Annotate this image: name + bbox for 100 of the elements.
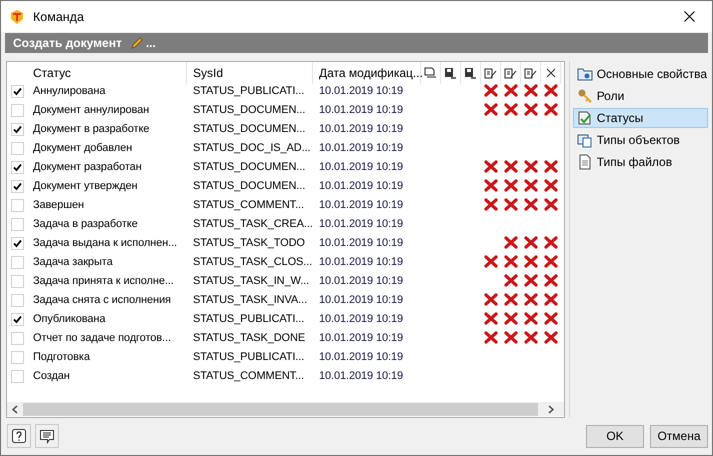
- date-cell-text: 10.01.2019 10:19: [318, 330, 404, 346]
- sidebar-item[interactable]: Статусы: [572, 108, 708, 128]
- sidebar-item[interactable]: Роли: [572, 86, 708, 106]
- command-label: Создать документ: [13, 36, 122, 50]
- status-cell-text: Подготовка: [32, 350, 91, 364]
- status-cell-text: Завершен: [32, 198, 85, 212]
- sysid-cell-text: STATUS_TASK_CREA...: [192, 216, 313, 232]
- key-icon: [576, 88, 593, 104]
- cross-icon: [544, 274, 558, 287]
- cross-icon: [504, 236, 518, 249]
- checkbox[interactable]: [11, 180, 24, 193]
- sidebar-item[interactable]: Типы объектов: [572, 130, 708, 150]
- column-header[interactable]: Дата модификац...: [313, 62, 421, 84]
- date-cell-text: 10.01.2019 10:19: [318, 236, 404, 250]
- cross-icon: [484, 293, 498, 306]
- cross-icon: [546, 68, 556, 78]
- scrollbar-thumb[interactable]: [23, 402, 538, 416]
- cross-icon: [484, 198, 498, 211]
- cross-icon: [524, 274, 538, 287]
- cross-icon: [544, 84, 558, 97]
- help-icon[interactable]: [11, 428, 27, 444]
- dialog-button[interactable]: Отмена: [650, 424, 708, 448]
- comment-icon[interactable]: [39, 428, 55, 444]
- cross-icon: [524, 84, 538, 97]
- cross-icon: [484, 255, 498, 268]
- checkbox[interactable]: [11, 237, 24, 250]
- checkbox[interactable]: [11, 370, 24, 383]
- status-cell-text: Создан: [32, 368, 71, 384]
- cross-icon: [544, 198, 558, 211]
- folder-gear-icon: [576, 66, 593, 82]
- column-header[interactable]: SysId: [187, 62, 313, 84]
- cross-icon: [504, 198, 518, 211]
- help-button[interactable]: [7, 424, 31, 448]
- cross-icon: [544, 293, 558, 306]
- sysid-cell-text: STATUS_PUBLICATI...: [192, 312, 306, 326]
- sysid-cell-text: STATUS_TASK_IN_W...: [192, 274, 310, 288]
- sysid-cell-text: STATUS_COMMENT...: [192, 198, 305, 212]
- chevron-left-icon[interactable]: [12, 404, 18, 414]
- cross-icon: [544, 255, 558, 268]
- cross-icon: [484, 84, 498, 97]
- floppy-icon: [464, 66, 477, 80]
- cross-icon: [504, 160, 518, 173]
- dialog-button[interactable]: OK: [586, 424, 644, 448]
- checkbox[interactable]: [11, 351, 24, 364]
- sysid-cell-text: STATUS_DOCUMEN...: [192, 178, 306, 194]
- status-cell-text: Опубликована: [32, 312, 106, 326]
- status-cell-text: Задача принята к исполне...: [32, 274, 175, 288]
- app-logo-icon: [9, 8, 25, 24]
- checkbox[interactable]: [11, 199, 24, 212]
- date-cell-text: 10.01.2019 10:19: [318, 292, 404, 308]
- cross-icon: [484, 312, 498, 325]
- column-header[interactable]: Статус: [27, 62, 187, 84]
- checkbox[interactable]: [11, 294, 24, 307]
- date-cell-text: 10.01.2019 10:19: [318, 216, 404, 232]
- cross-icon: [524, 236, 538, 249]
- checkbox[interactable]: [11, 142, 24, 155]
- status-cell-text: Задача снята с исполнения: [32, 292, 172, 308]
- cross-icon: [544, 103, 558, 116]
- date-cell-text: 10.01.2019 10:19: [318, 254, 404, 270]
- cross-icon: [544, 160, 558, 173]
- status-cell-text: Отчет по задаче подготов...: [32, 330, 172, 346]
- close-icon[interactable]: [684, 11, 694, 22]
- comment-button[interactable]: [35, 424, 59, 448]
- checkbox[interactable]: [11, 123, 24, 136]
- cross-icon: [524, 255, 538, 268]
- cross-icon: [504, 179, 518, 192]
- chevron-right-icon[interactable]: [548, 404, 554, 414]
- status-cell-text: Документ аннулирован: [32, 102, 150, 118]
- cross-icon: [544, 312, 558, 325]
- sysid-cell-text: STATUS_TASK_TODO: [192, 236, 306, 250]
- sysid-cell-text: STATUS_DOC_IS_AD...: [192, 140, 312, 156]
- window-title: Команда: [33, 10, 85, 24]
- status-cell-text: Документ утвержден: [32, 178, 139, 194]
- checkbox[interactable]: [11, 161, 24, 174]
- sysid-cell-text: STATUS_TASK_DONE: [192, 330, 306, 346]
- date-cell-text: 10.01.2019 10:19: [318, 368, 404, 384]
- sidebar-item[interactable]: Типы файлов: [572, 152, 708, 172]
- checkbox[interactable]: [11, 85, 24, 98]
- date-cell-text: 10.01.2019 10:19: [318, 140, 404, 156]
- checkbox[interactable]: [11, 218, 24, 231]
- checkbox[interactable]: [11, 275, 24, 288]
- sysid-cell-text: STATUS_DOCUMEN...: [192, 102, 306, 118]
- checkbox[interactable]: [11, 256, 24, 269]
- sidebar-item[interactable]: Основные свойства: [572, 64, 708, 84]
- checkbox[interactable]: [11, 332, 24, 345]
- cross-icon: [524, 160, 538, 173]
- floppy-icon: [444, 66, 457, 80]
- sysid-cell-text: STATUS_DOCUMEN...: [192, 160, 306, 174]
- cross-icon: [504, 103, 518, 116]
- date-cell-text: 10.01.2019 10:19: [318, 178, 404, 194]
- objects-icon: [576, 132, 593, 148]
- cross-icon: [484, 160, 498, 173]
- date-cell-text: 10.01.2019 10:19: [318, 312, 404, 326]
- checkbox[interactable]: [11, 313, 24, 326]
- cross-icon: [484, 103, 498, 116]
- cross-icon: [504, 331, 518, 344]
- date-cell-text: 10.01.2019 10:19: [318, 122, 404, 136]
- sysid-cell-text: STATUS_PUBLICATI...: [192, 350, 306, 364]
- edit-document-icon: [484, 66, 497, 80]
- checkbox[interactable]: [11, 104, 24, 117]
